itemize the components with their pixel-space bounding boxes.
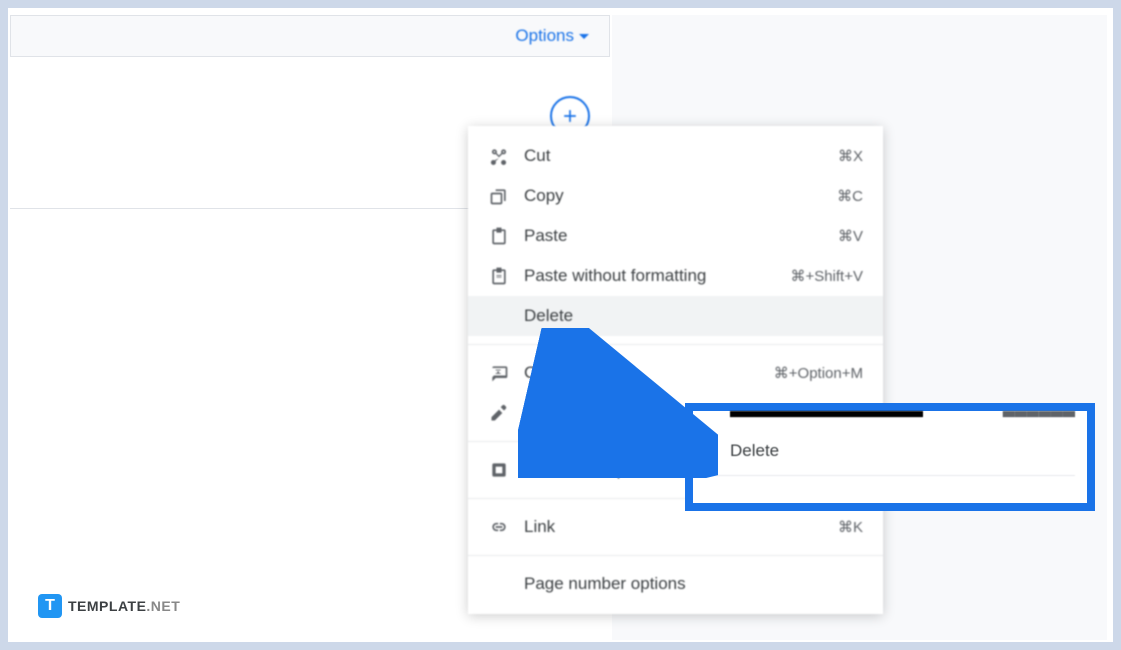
menu-label: Link [524,517,824,537]
caret-down-icon [579,34,589,39]
cut-icon [488,145,510,167]
options-dropdown[interactable]: Options [515,26,589,46]
menu-item-comment[interactable]: Comment ⌘+Option+M [468,353,883,393]
paste-icon [488,225,510,247]
menu-separator [468,555,883,556]
menu-item-paste-no-format[interactable]: Paste without formatting ⌘+Shift+V [468,256,883,296]
logo-icon: T [38,594,62,618]
logo-text: TEMPLATE.NET [68,598,180,614]
menu-shortcut: ⌘X [838,147,863,165]
context-menu: Cut ⌘X Copy ⌘C Paste ⌘V Paste without fo… [468,126,883,614]
menu-item-link[interactable]: Link ⌘K [468,507,883,547]
empty-icon [488,305,510,327]
empty-icon [488,573,510,595]
menu-separator [468,344,883,345]
menu-item-copy[interactable]: Copy ⌘C [468,176,883,216]
link-icon [488,516,510,538]
menu-shortcut: ⌘K [838,518,863,536]
copy-icon [488,185,510,207]
options-label: Options [515,26,574,46]
menu-label: Paste without formatting [524,266,776,286]
zoom-callout: ████████████████ ██████ Delete [685,403,1095,511]
menu-label: Page number options [524,574,863,594]
menu-shortcut: ⌘V [838,227,863,245]
menu-item-cut[interactable]: Cut ⌘X [468,136,883,176]
zoom-separator [705,475,1075,476]
plus-icon [560,106,580,126]
menu-item-page-number[interactable]: Page number options [468,564,883,604]
keep-icon [488,459,510,481]
zoom-delete-label: Delete [730,441,779,460]
menu-label: Paste [524,226,824,246]
menu-label: Cut [524,146,824,166]
menu-shortcut: ⌘+Option+M [774,364,863,382]
zoom-item-partial: ████████████████ ██████ [705,411,1075,429]
menu-label: Delete [524,306,863,326]
menu-label: Copy [524,186,823,206]
menu-label: Comment [524,363,760,383]
branding-logo: T TEMPLATE.NET [38,594,180,618]
paste-no-format-icon [488,265,510,287]
header-bar: Options [10,15,610,57]
suggest-edits-icon [488,402,510,424]
zoom-item-delete: Delete [705,429,1075,473]
menu-item-delete[interactable]: Delete [468,296,883,336]
comment-icon [488,362,510,384]
menu-shortcut: ⌘C [837,187,863,205]
menu-shortcut: ⌘+Shift+V [790,267,863,285]
screenshot-frame: Options Cut ⌘X Copy ⌘C [8,8,1113,642]
menu-item-paste[interactable]: Paste ⌘V [468,216,883,256]
